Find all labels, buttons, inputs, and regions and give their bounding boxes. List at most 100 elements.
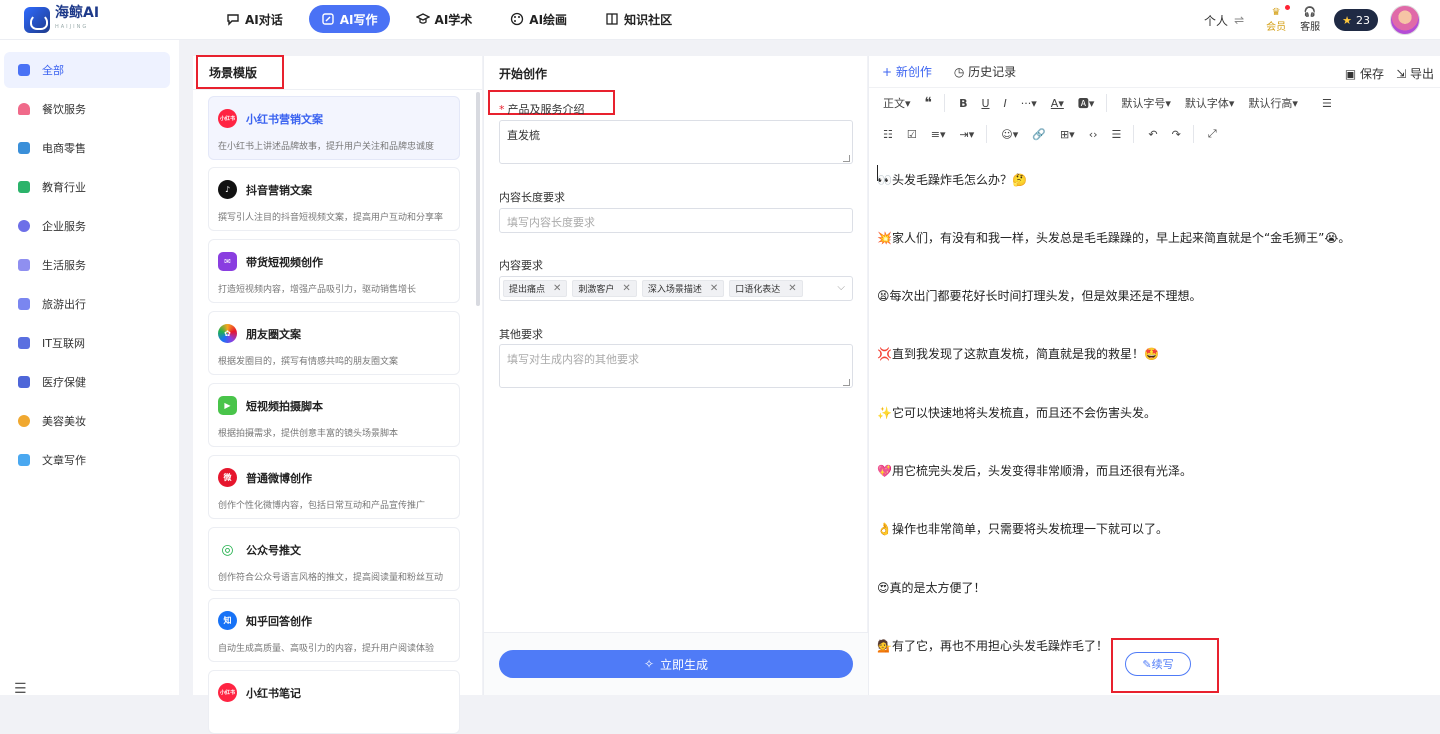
template-card-douyin[interactable]: ♪ 抖音营销文案 撰写引人注目的抖音短视频文案，提高用户互动和分享率 bbox=[208, 167, 460, 231]
doc-paragraph: 👀头发毛躁炸毛怎么办？🤔 bbox=[877, 173, 1027, 187]
font-family-select[interactable]: 默认字体▾ bbox=[1185, 95, 1235, 111]
xiaohongshu-icon: 小红书 bbox=[218, 109, 237, 128]
template-card-moments[interactable]: ✿ 朋友圈文案 根据发圈目的，撰写有情感共鸣的朋友圈文案 bbox=[208, 311, 460, 375]
sidebar-item-education[interactable]: 教育行业 bbox=[4, 169, 170, 205]
toolbar-divider bbox=[1133, 125, 1135, 143]
resize-handle-icon[interactable] bbox=[843, 155, 850, 162]
scrollbar[interactable] bbox=[476, 92, 480, 306]
italic-icon[interactable]: I bbox=[1004, 97, 1007, 110]
length-input[interactable]: 填写内容长度要求 bbox=[499, 208, 853, 233]
nav-ai-chat[interactable]: AI对话 bbox=[214, 5, 295, 33]
indent-icon[interactable]: ⇥▾ bbox=[960, 128, 975, 141]
service-button[interactable]: 🎧 客服 bbox=[1300, 7, 1320, 33]
emoji-icon[interactable]: ☺▾ bbox=[1001, 128, 1018, 141]
shop-icon bbox=[18, 142, 30, 154]
camera-icon: ▶ bbox=[218, 396, 237, 415]
font-color-icon[interactable]: A▾ bbox=[1051, 97, 1064, 110]
tag-colloquial[interactable]: 口语化表达 ✕ bbox=[729, 280, 803, 297]
life-icon bbox=[18, 259, 30, 271]
link-icon[interactable]: 🔗 bbox=[1032, 128, 1046, 141]
sidebar-item-travel[interactable]: 旅游出行 bbox=[4, 286, 170, 322]
paragraph-style-select[interactable]: 正文▾ bbox=[883, 95, 911, 111]
length-label: 内容长度要求 bbox=[499, 191, 565, 204]
nav-ai-paint[interactable]: AI绘画 bbox=[498, 5, 579, 33]
doc-paragraph: 😫每次出门都要花好长时间打理头发，但是效果还是不理想。 bbox=[877, 289, 1202, 303]
sidebar-item-it[interactable]: IT互联网 bbox=[4, 325, 170, 361]
history-button[interactable]: ◷ 历史记录 bbox=[954, 63, 1016, 80]
numbered-list-icon[interactable]: ☷ bbox=[883, 128, 893, 141]
doc-paragraph: 😍真的是太方便了！ bbox=[877, 581, 986, 595]
avatar[interactable] bbox=[1390, 5, 1420, 35]
video-mail-icon: ✉ bbox=[218, 252, 237, 271]
template-card-sales-video[interactable]: ✉ 带货短视频创作 打造短视频内容，增强产品吸引力，驱动销售增长 bbox=[208, 239, 460, 303]
sidebar-item-life[interactable]: 生活服务 bbox=[4, 247, 170, 283]
category-sidebar: 全部 餐饮服务 电商零售 教育行业 企业服务 生活服务 旅游出行 IT互联网 医… bbox=[0, 40, 179, 697]
wechat-icon: ◎ bbox=[218, 540, 237, 559]
logo[interactable]: 海鲸AI HAIJING bbox=[24, 6, 99, 34]
editor-panel: + 新创作 ◷ 历史记录 ▣ 保存 ⇲ 导出 正文▾ ❝ B U I ···▾ … bbox=[868, 56, 1440, 695]
personal-switch[interactable]: 个人 bbox=[1204, 12, 1228, 29]
sidebar-item-enterprise[interactable]: 企业服务 bbox=[4, 208, 170, 244]
sidebar-item-all[interactable]: 全部 bbox=[4, 52, 170, 88]
redo-icon[interactable]: ↷ bbox=[1172, 128, 1181, 141]
undo-icon[interactable]: ↶ bbox=[1148, 128, 1157, 141]
todo-icon[interactable]: ☑ bbox=[907, 128, 917, 141]
bullet-list-icon[interactable]: ☰ bbox=[1322, 97, 1332, 110]
palette-icon bbox=[510, 12, 524, 26]
fullscreen-icon[interactable]: ⤢ bbox=[1208, 127, 1217, 141]
form-title: 开始创作 bbox=[499, 66, 548, 81]
table-icon[interactable]: ⊞▾ bbox=[1060, 128, 1075, 141]
more-icon[interactable]: ···▾ bbox=[1021, 97, 1037, 110]
sidebar-item-beauty[interactable]: 美容美妆 bbox=[4, 403, 170, 439]
close-icon[interactable]: ✕ bbox=[622, 283, 630, 294]
tag-stimulate[interactable]: 刺激客户 ✕ bbox=[572, 280, 637, 297]
content-tag-select[interactable]: 提出痛点 ✕ 刺激客户 ✕ 深入场景描述 ✕ 口语化表达 ✕ ⌵ bbox=[499, 276, 853, 301]
template-card-zhihu[interactable]: 知知乎回答创作 自动生成高质量、高吸引力的内容，提升用户阅读体验 bbox=[208, 598, 460, 662]
tag-pain-point[interactable]: 提出痛点 ✕ bbox=[503, 280, 568, 297]
bold-icon[interactable]: B bbox=[959, 97, 967, 110]
doc-paragraph: ✨它可以快速地将头发梳直，而且还不会伤害头发。 bbox=[877, 406, 1156, 420]
line-height-select[interactable]: 默认行高▾ bbox=[1248, 95, 1298, 111]
sidebar-item-medical[interactable]: 医疗保健 bbox=[4, 364, 170, 400]
export-button[interactable]: ⇲ 导出 bbox=[1396, 65, 1434, 82]
background-color-icon[interactable]: 🅰▾ bbox=[1078, 95, 1095, 111]
sidebar-item-ecommerce[interactable]: 电商零售 bbox=[4, 130, 170, 166]
nav-ai-write[interactable]: AI写作 bbox=[308, 5, 390, 33]
brand-sub: HAIJING bbox=[55, 24, 89, 30]
code-icon[interactable]: ‹› bbox=[1089, 128, 1098, 141]
template-card-xiaohongshu-note[interactable]: 小红书 小红书笔记 bbox=[208, 670, 460, 734]
underline-icon[interactable]: U bbox=[981, 97, 989, 110]
crown-icon: ♛ bbox=[1271, 7, 1281, 18]
other-textarea[interactable]: 填写对生成内容的其他要求 bbox=[499, 344, 853, 388]
quote-icon[interactable]: ❝ bbox=[925, 95, 933, 111]
close-icon[interactable]: ✕ bbox=[553, 283, 561, 294]
resize-handle-icon[interactable] bbox=[843, 379, 850, 386]
tag-scene[interactable]: 深入场景描述 ✕ bbox=[641, 280, 725, 297]
product-textarea[interactable]: 直发梳 bbox=[499, 120, 853, 164]
swap-icon[interactable]: ⇌ bbox=[1234, 13, 1244, 27]
nav-ai-academic[interactable]: AI学术 bbox=[404, 5, 485, 33]
top-bar: 海鲸AI HAIJING AI对话 AI写作 AI学术 AI绘画 知识社区 个人 … bbox=[0, 0, 1440, 40]
points-badge[interactable]: ★ 23 bbox=[1334, 9, 1378, 31]
sidebar-item-catering[interactable]: 餐饮服务 bbox=[4, 91, 170, 127]
template-card-wechat[interactable]: ◎ 公众号推文 创作符合公众号语言风格的推文，提高阅读量和粉丝互动 bbox=[208, 527, 460, 591]
font-size-select[interactable]: 默认字号▾ bbox=[1121, 95, 1171, 111]
close-icon[interactable]: ✕ bbox=[710, 283, 718, 294]
generate-button[interactable]: ✧ 立即生成 bbox=[499, 650, 853, 678]
divider-line-icon[interactable]: ☰ bbox=[1112, 128, 1122, 141]
sidebar-item-article[interactable]: 文章写作 bbox=[4, 442, 170, 478]
align-icon[interactable]: ≡▾ bbox=[931, 128, 946, 141]
new-creation-button[interactable]: + 新创作 bbox=[882, 63, 932, 80]
content-label: 内容要求 bbox=[499, 259, 543, 272]
notification-dot bbox=[1285, 5, 1291, 10]
template-card-xiaohongshu[interactable]: 小红书 小红书营销文案 在小红书上讲述品牌故事，提升用户关注和品牌忠诚度 bbox=[208, 96, 460, 160]
chevron-down-icon[interactable]: ⌵ bbox=[837, 282, 845, 293]
whale-logo-icon bbox=[24, 7, 50, 33]
nav-community[interactable]: 知识社区 bbox=[593, 5, 684, 33]
save-button[interactable]: ▣ 保存 bbox=[1345, 65, 1384, 82]
close-icon[interactable]: ✕ bbox=[788, 283, 796, 294]
vip-button[interactable]: ♛ 会员 bbox=[1266, 5, 1291, 33]
template-card-video-script[interactable]: ▶ 短视频拍摄脚本 根据拍摄需求，提供创意丰富的镜头场景脚本 bbox=[208, 383, 460, 447]
continue-writing-button[interactable]: ✎ 续写 bbox=[1125, 652, 1191, 676]
template-card-weibo[interactable]: 微普通微博创作 创作个性化微博内容，包括日常互动和产品宣传推广 bbox=[208, 455, 460, 519]
